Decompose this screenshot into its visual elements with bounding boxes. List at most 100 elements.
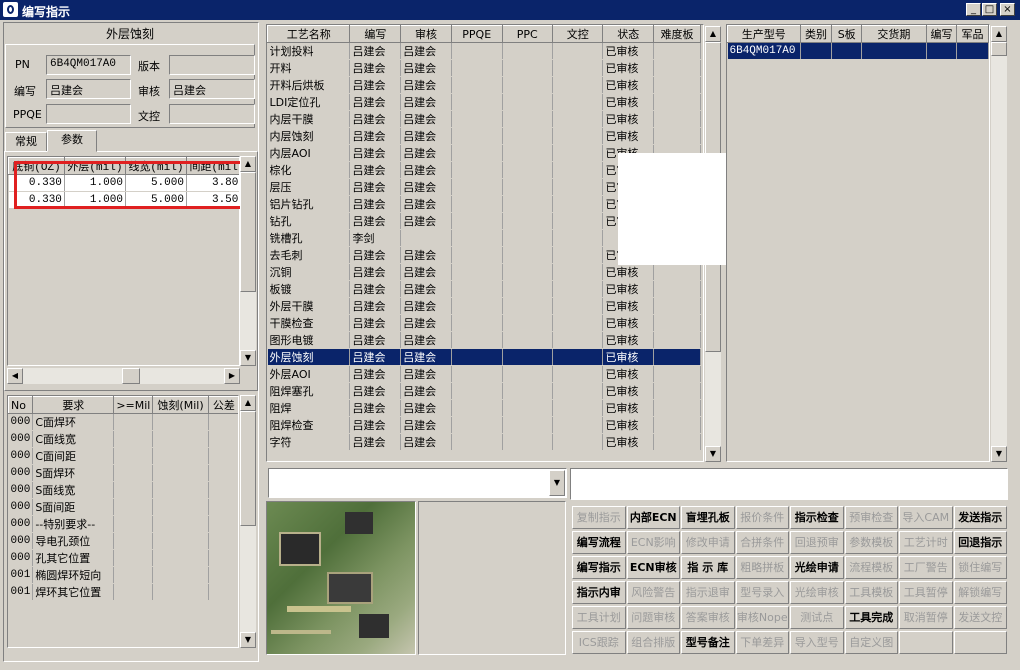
table-cell[interactable]: [113, 498, 154, 516]
action-button[interactable]: 光绘申请: [790, 556, 844, 579]
table-cell[interactable]: 吕建会: [349, 110, 402, 128]
production-col-header[interactable]: S板: [831, 25, 862, 43]
table-cell[interactable]: [653, 93, 701, 111]
table-cell[interactable]: [451, 42, 503, 60]
table-cell[interactable]: 吕建会: [349, 144, 402, 162]
table-cell[interactable]: [552, 382, 604, 400]
table-cell[interactable]: [451, 144, 503, 162]
table-cell[interactable]: 已审核: [602, 331, 655, 349]
action-button[interactable]: 指 示 库: [681, 556, 735, 579]
table-cell[interactable]: C面线宽: [32, 430, 115, 448]
table-cell[interactable]: 吕建会: [400, 399, 452, 417]
table-cell[interactable]: [552, 280, 604, 298]
table-cell[interactable]: S面线宽: [32, 481, 115, 499]
scroll-left-icon[interactable]: ◀: [7, 368, 23, 384]
tab-params[interactable]: 参数: [47, 130, 97, 152]
table-cell[interactable]: [653, 76, 701, 94]
table-cell[interactable]: [152, 481, 209, 499]
table-cell[interactable]: [208, 481, 238, 499]
table-cell[interactable]: 吕建会: [349, 382, 402, 400]
scroll-up-icon[interactable]: ▲: [240, 395, 256, 411]
action-button[interactable]: 自定义图: [844, 631, 898, 654]
action-button[interactable]: 工厂警告: [899, 556, 953, 579]
table-row[interactable]: 000 C面焊环: [8, 413, 238, 431]
param-hscrollbar[interactable]: ◀ ▶: [7, 368, 240, 384]
table-cell[interactable]: [502, 263, 553, 281]
scroll-down-icon[interactable]: ▼: [240, 632, 256, 648]
table-cell[interactable]: [653, 348, 701, 366]
table-row[interactable]: 内层干膜 吕建会 吕建会 已审核: [267, 110, 701, 128]
scroll-up-icon[interactable]: ▲: [705, 26, 721, 42]
action-button[interactable]: 复制指示: [572, 506, 626, 529]
table-cell[interactable]: [208, 447, 238, 465]
table-cell[interactable]: [502, 399, 553, 417]
action-button[interactable]: 指示内审: [572, 581, 626, 604]
table-cell[interactable]: [552, 365, 604, 383]
table-cell[interactable]: [113, 481, 154, 499]
table-cell[interactable]: [451, 76, 503, 94]
action-button[interactable]: 导入型号: [790, 631, 844, 654]
action-button[interactable]: 解锁编写: [953, 581, 1007, 604]
table-cell[interactable]: 吕建会: [349, 331, 402, 349]
table-cell[interactable]: [502, 433, 553, 451]
table-cell[interactable]: 外层干膜: [267, 297, 351, 315]
table-cell[interactable]: [208, 498, 238, 516]
table-cell[interactable]: [552, 110, 604, 128]
table-cell[interactable]: 开料后烘板: [267, 76, 351, 94]
action-button[interactable]: 问题审核: [626, 606, 680, 629]
table-row[interactable]: 001 椭圆焊环短向: [8, 566, 238, 584]
table-cell[interactable]: [113, 532, 154, 550]
table-cell[interactable]: 吕建会: [400, 263, 452, 281]
table-cell[interactable]: [653, 110, 701, 128]
table-row[interactable]: 板镀 吕建会 吕建会 已审核: [267, 280, 701, 298]
table-cell[interactable]: 内层AOI: [267, 144, 351, 162]
table-cell[interactable]: [400, 229, 452, 247]
process-col-header[interactable]: 文控: [551, 25, 604, 43]
table-cell[interactable]: [653, 314, 701, 332]
table-cell[interactable]: 吕建会: [400, 212, 452, 230]
table-cell[interactable]: [502, 76, 553, 94]
table-cell[interactable]: [113, 515, 154, 533]
table-cell[interactable]: [208, 566, 238, 584]
table-cell[interactable]: [208, 464, 238, 482]
table-cell[interactable]: [653, 280, 701, 298]
table-cell[interactable]: 吕建会: [400, 144, 452, 162]
req-col-header[interactable]: No: [8, 396, 34, 414]
table-row[interactable]: 干膜检查 吕建会 吕建会 已审核: [267, 314, 701, 332]
action-button[interactable]: 型号备注: [681, 631, 735, 654]
table-cell[interactable]: [451, 399, 503, 417]
table-cell[interactable]: [653, 297, 701, 315]
table-cell[interactable]: [552, 433, 604, 451]
scroll-thumb[interactable]: [122, 368, 140, 384]
table-cell[interactable]: [152, 515, 209, 533]
table-cell[interactable]: 焊环其它位置: [32, 583, 115, 601]
table-cell[interactable]: [208, 583, 238, 601]
table-cell[interactable]: 吕建会: [349, 42, 402, 60]
table-cell[interactable]: [552, 212, 604, 230]
table-cell[interactable]: 吕建会: [400, 127, 452, 145]
table-row[interactable]: 计划投料 吕建会 吕建会 已审核: [267, 42, 701, 60]
action-button[interactable]: 盲埋孔板: [681, 506, 735, 529]
action-button[interactable]: 回退指示: [953, 531, 1007, 554]
action-button[interactable]: 指示退审: [681, 581, 735, 604]
table-cell[interactable]: [502, 297, 553, 315]
table-cell[interactable]: [502, 127, 553, 145]
table-cell[interactable]: [113, 549, 154, 567]
production-col-header[interactable]: 生产型号: [727, 25, 801, 43]
table-cell[interactable]: 吕建会: [400, 416, 452, 434]
table-row[interactable]: 外层AOI 吕建会 吕建会 已审核: [267, 365, 701, 383]
table-cell[interactable]: 吕建会: [400, 76, 452, 94]
table-cell[interactable]: 吕建会: [400, 348, 452, 366]
action-button[interactable]: 下单差异: [735, 631, 789, 654]
table-cell[interactable]: 000: [8, 532, 34, 550]
close-button[interactable]: ×: [1000, 3, 1015, 16]
process-combo[interactable]: ▼: [268, 468, 567, 498]
production-col-header[interactable]: 交货期: [860, 25, 927, 43]
table-cell[interactable]: [653, 382, 701, 400]
table-cell[interactable]: 吕建会: [349, 76, 402, 94]
table-cell[interactable]: [552, 348, 604, 366]
table-row[interactable]: 阻焊 吕建会 吕建会 已审核: [267, 399, 701, 417]
table-cell[interactable]: [653, 59, 701, 77]
table-cell[interactable]: [152, 498, 209, 516]
table-cell[interactable]: 导电孔颈位: [32, 532, 115, 550]
